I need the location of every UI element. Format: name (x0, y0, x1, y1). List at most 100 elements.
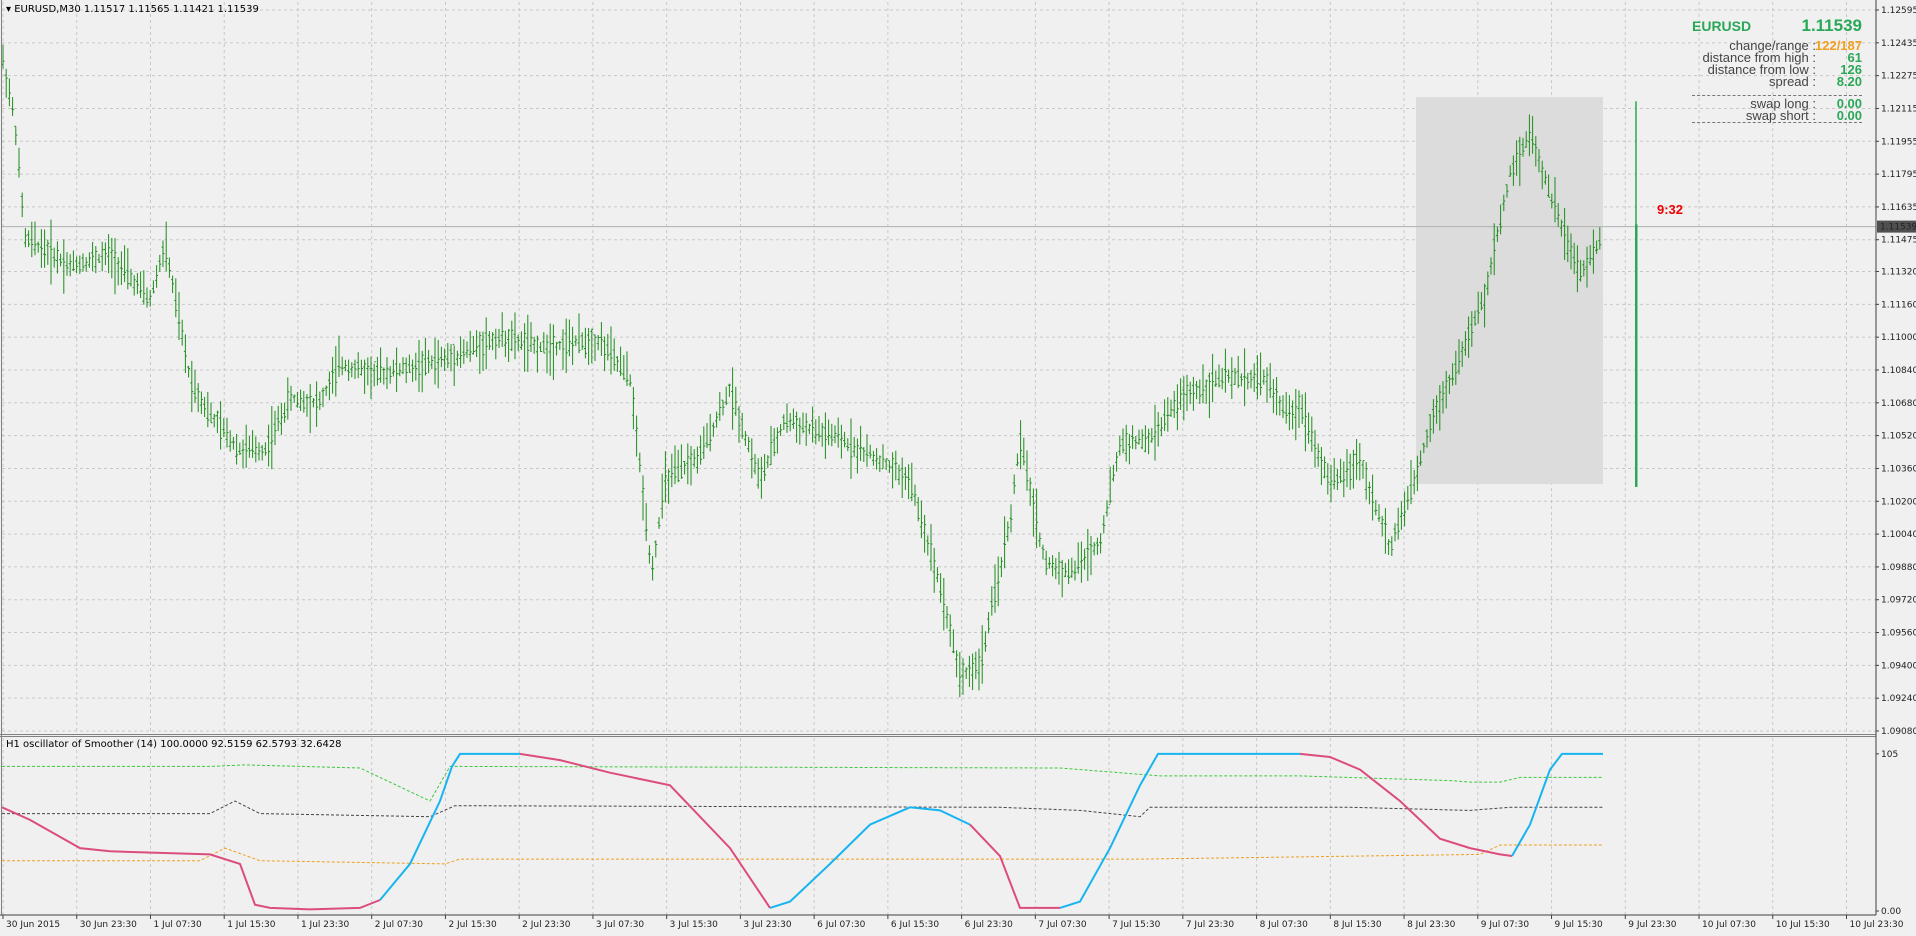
price-bar (1006, 521, 1010, 542)
price-bar (641, 475, 645, 521)
price-bar (1239, 373, 1243, 387)
price-tick-label: 1.09880 (1881, 563, 1916, 573)
price-bar (148, 290, 152, 307)
price-bar (1124, 424, 1128, 462)
price-bar (267, 424, 271, 467)
time-tick-label: 3 Jul 15:30 (670, 920, 719, 930)
price-bar (420, 350, 424, 393)
price-bar (814, 419, 818, 445)
price-bar (119, 251, 123, 286)
price-bar (14, 125, 18, 146)
price-bar (187, 365, 191, 378)
time-tick-label: 3 Jul 07:30 (596, 920, 645, 930)
time-tick-label: 9 Jul 15:30 (1555, 920, 1604, 930)
price-tick-label: 1.10680 (1881, 399, 1916, 409)
price-bar (571, 326, 575, 366)
price-tick-label: 1.11475 (1881, 236, 1916, 246)
price-bar (84, 257, 88, 272)
price-bar (1095, 537, 1099, 555)
price-tick-label: 1.11160 (1881, 300, 1916, 310)
main-chart-header: ▾ EURUSD,M30 1.11517 1.11565 1.11421 1.1… (6, 4, 259, 15)
price-bar (843, 431, 847, 448)
price-bar (551, 324, 555, 381)
price-bar (385, 357, 389, 390)
price-bar (151, 280, 155, 294)
price-bar (315, 381, 319, 427)
price-bar (657, 516, 661, 529)
price-bar (462, 339, 466, 364)
price-bar (503, 330, 507, 357)
price-bar (731, 367, 735, 430)
price-bar (71, 250, 75, 271)
price-bar (59, 253, 63, 267)
price-bar (62, 239, 66, 294)
price-bar (647, 545, 651, 564)
bar-countdown: 9:32 (1657, 202, 1684, 217)
info-price: 1.11539 (1801, 16, 1862, 35)
time-tick-label: 7 Jul 07:30 (1038, 920, 1087, 930)
price-bar (1092, 542, 1096, 556)
price-bar (1403, 491, 1407, 527)
price-bar (711, 422, 715, 437)
price-bar (1355, 438, 1359, 480)
price-bar (379, 347, 383, 383)
price-bar (577, 313, 581, 354)
time-tick-label: 2 Jul 23:30 (522, 920, 571, 930)
chart-menu-icon[interactable]: ▾ (6, 4, 11, 15)
highlight-box (1416, 97, 1603, 484)
price-bar (81, 253, 85, 272)
price-bar (875, 448, 879, 470)
price-bar (1067, 559, 1071, 585)
price-bar (753, 454, 757, 475)
price-bar (302, 391, 306, 413)
price-bar (241, 439, 245, 468)
price-bar (1361, 460, 1365, 479)
price-bar (695, 446, 699, 474)
price-bar (142, 270, 146, 305)
price-bar (1310, 416, 1314, 452)
price-bar (1303, 392, 1307, 452)
price-tick-label: 1.10040 (1881, 530, 1916, 540)
price-bar (260, 445, 264, 461)
price-bar (20, 192, 24, 218)
price-bar (439, 346, 443, 368)
price-bar (43, 229, 47, 268)
price-bar (747, 436, 751, 453)
price-bar (327, 371, 331, 401)
price-bar (1307, 412, 1311, 444)
info-divider (1692, 122, 1862, 123)
price-bar (1211, 353, 1215, 403)
price-bar (356, 352, 360, 379)
trading-chart[interactable]: 1.12595 1.12435 1.12275 1.12115 1.11955 1.117… (0, 0, 1916, 932)
price-bar (980, 625, 984, 684)
price-bar (817, 416, 821, 442)
price-bar (171, 275, 175, 294)
price-bar (321, 387, 325, 408)
price-bar (324, 385, 328, 396)
price-bar (238, 442, 242, 455)
time-tick-label: 6 Jul 07:30 (817, 920, 866, 930)
chart-canvas[interactable]: 1.12595 1.12435 1.12275 1.12115 1.11955 1.117… (0, 0, 1916, 932)
price-bar (1297, 390, 1301, 429)
price-bar (222, 418, 226, 438)
htf-candle-body (1635, 224, 1638, 487)
indicator-header: H1 oscillator of Smoother (14) 100.0000 … (6, 739, 342, 750)
price-bar (1294, 388, 1298, 441)
price-bar (132, 275, 136, 296)
price-bar (1175, 384, 1179, 431)
price-bar (772, 428, 776, 457)
price-bar (635, 415, 639, 457)
price-bar (619, 346, 623, 377)
price-bar (219, 401, 223, 450)
price-bar (55, 241, 59, 274)
price-bar (1259, 352, 1263, 396)
price-bar (225, 417, 229, 448)
price-bar (654, 540, 658, 558)
price-bar (39, 229, 43, 268)
price-bar (1195, 380, 1199, 400)
price-bar (1371, 474, 1375, 521)
price-bar (683, 461, 687, 475)
price-bar (1127, 434, 1131, 465)
price-bar (164, 221, 168, 272)
price-bar (337, 335, 341, 377)
